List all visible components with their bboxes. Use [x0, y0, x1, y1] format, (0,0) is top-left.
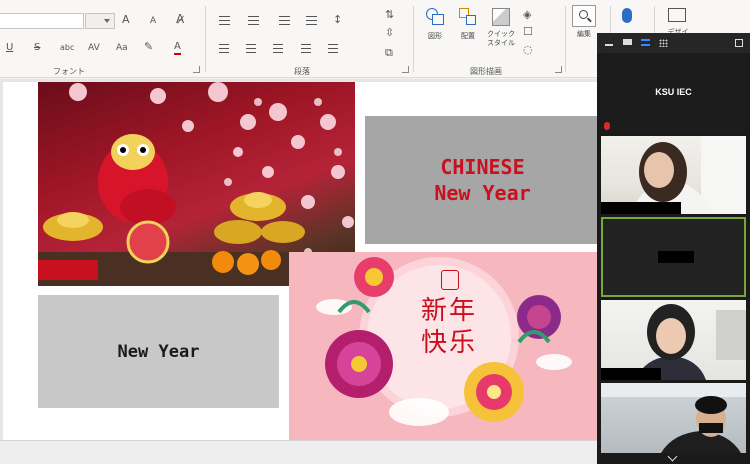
numbering-icon[interactable]	[248, 16, 259, 25]
paragraph-group-label: 段落	[294, 67, 310, 76]
quick-styles-label-1[interactable]: クイック	[479, 30, 523, 39]
text-direction-icon[interactable]: ⇅	[385, 8, 394, 22]
highlight-icon[interactable]: ✎	[144, 40, 153, 54]
align-left-icon[interactable]	[219, 44, 229, 53]
seal-stamp	[441, 270, 459, 290]
new-year-box[interactable]: New Year	[38, 295, 279, 408]
ribbon-divider	[565, 6, 566, 72]
font-group-label: フォント	[53, 67, 85, 76]
shadow-icon[interactable]: abc	[60, 41, 74, 55]
chinese-new-year-box[interactable]: CHINESE New Year	[365, 116, 600, 244]
chinese-text: CHINESE	[440, 155, 525, 179]
zoom-gallery-panel: KSU IEC	[597, 33, 750, 464]
slide[interactable]: CHINESE New Year New Year 新年 快乐	[3, 82, 600, 444]
zoom-view-toolbar	[597, 33, 750, 53]
gallery-view-icon[interactable]	[659, 39, 668, 47]
host-name-tile[interactable]: KSU IEC	[601, 53, 746, 133]
justify-icon[interactable]	[301, 44, 311, 53]
participant-name-chip	[658, 251, 694, 263]
participant-4-video	[601, 383, 746, 453]
grow-font-button[interactable]: A	[122, 13, 130, 27]
participant-video-tile[interactable]	[601, 300, 746, 380]
participant-video-tile[interactable]	[601, 383, 746, 453]
scroll-down-chevron-icon[interactable]	[667, 451, 678, 462]
quick-styles-icon[interactable]	[492, 8, 510, 26]
arrange-icon[interactable]	[459, 8, 477, 26]
new-year-text-left: New Year	[117, 341, 200, 362]
participant-name-chip	[601, 202, 681, 214]
columns-icon[interactable]	[328, 44, 338, 53]
drawing-group-label: 図形描画	[470, 67, 502, 76]
participant-video-tile[interactable]	[601, 136, 746, 214]
smartart-icon[interactable]: ⧉	[385, 46, 393, 60]
font-color-button[interactable]: A	[174, 41, 181, 55]
shapes-icon[interactable]	[426, 8, 444, 26]
change-case-button[interactable]: Aa	[116, 41, 128, 55]
ribbon-divider	[205, 6, 206, 72]
align-right-icon[interactable]	[273, 44, 283, 53]
increase-indent-icon[interactable]	[306, 16, 317, 25]
strikethrough-button[interactable]: S	[34, 41, 40, 55]
new-year-text-right: New Year	[434, 181, 531, 205]
speaker-view-icon[interactable]	[641, 39, 650, 46]
clear-format-icon[interactable]: A̷	[176, 12, 184, 26]
bullets-icon[interactable]	[219, 16, 230, 25]
participant-video-off-tile[interactable]	[601, 217, 746, 297]
font-name-box[interactable]	[0, 13, 84, 29]
decrease-indent-icon[interactable]	[279, 16, 290, 25]
slide-canvas: CHINESE New Year New Year 新年 快乐	[0, 79, 600, 464]
editing-icon[interactable]	[572, 5, 596, 27]
greeting-card-image[interactable]: 新年 快乐	[289, 252, 600, 440]
status-bar	[0, 440, 600, 464]
align-text-icon[interactable]: ⇳	[385, 26, 394, 40]
paragraph-dialog-launcher-icon[interactable]	[402, 66, 409, 73]
muted-mic-icon	[604, 122, 610, 130]
drawing-dialog-launcher-icon[interactable]	[555, 66, 562, 73]
align-center-icon[interactable]	[246, 44, 256, 53]
shrink-font-button[interactable]: A	[150, 14, 156, 28]
meeting-name: KSU IEC	[655, 87, 692, 97]
dictate-icon[interactable]	[622, 8, 632, 23]
card-text-line2: 快乐	[420, 328, 477, 358]
designer-icon[interactable]	[668, 8, 686, 22]
font-dialog-launcher-icon[interactable]	[193, 66, 200, 73]
maximize-icon[interactable]	[735, 39, 743, 47]
char-spacing-button[interactable]: AV	[88, 41, 100, 55]
participant-name-chip	[601, 368, 661, 380]
font-size-box[interactable]	[85, 13, 115, 29]
hide-video-icon[interactable]	[623, 39, 632, 45]
line-spacing-icon[interactable]: ↕	[333, 13, 342, 27]
shape-outline-icon[interactable]: ☐	[523, 25, 533, 39]
quick-styles-label-2[interactable]: スタイル	[479, 39, 523, 48]
shape-effects-icon[interactable]: ◌	[523, 43, 533, 57]
underline-button[interactable]: U	[6, 41, 13, 55]
shape-fill-icon[interactable]: ◈	[523, 8, 531, 22]
minimize-icon[interactable]	[605, 44, 613, 46]
